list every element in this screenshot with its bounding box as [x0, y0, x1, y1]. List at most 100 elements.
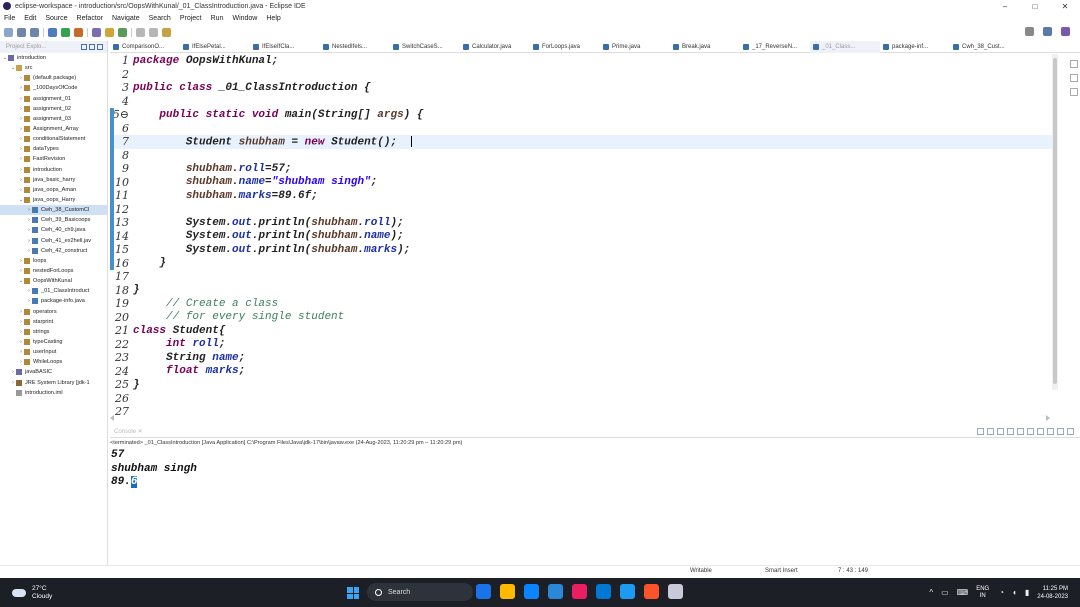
tree-item[interactable]: › java_basic_harry [0, 175, 107, 185]
maximize-button[interactable]: □ [1020, 2, 1050, 11]
code-line[interactable]: 20 // for every single student [110, 311, 1054, 325]
editor-tab[interactable]: Cwh_38_Cust... [950, 41, 1020, 53]
link-editor-icon[interactable] [89, 44, 95, 50]
new-icon[interactable] [4, 27, 13, 37]
word-wrap-icon[interactable] [1017, 428, 1024, 435]
java-perspective-icon[interactable] [1061, 27, 1070, 36]
code-line[interactable]: 9 shubham.roll=57; [110, 162, 1054, 176]
taskbar-app-icon[interactable] [476, 584, 491, 599]
code-line[interactable]: 18} [110, 284, 1054, 298]
console-tab[interactable]: Console ✕ [114, 428, 143, 435]
code-line[interactable]: 10 shubham.name="shubham singh"; [110, 175, 1054, 189]
start-button[interactable] [347, 587, 359, 599]
remove-launch-icon[interactable] [987, 428, 994, 435]
taskbar-app-icon[interactable] [548, 584, 563, 599]
tree-item[interactable]: › Cwh_40_ch9.java [0, 225, 107, 235]
code-line[interactable]: 16 } [110, 256, 1054, 270]
code-line[interactable]: 24 float marks; [110, 365, 1054, 379]
search-icon[interactable] [1025, 27, 1034, 36]
view-menu-icon[interactable] [97, 44, 103, 50]
taskbar-app-icon[interactable] [668, 584, 683, 599]
search-tool-icon[interactable] [118, 27, 127, 37]
minimize-button[interactable]: – [990, 2, 1020, 11]
tree-item[interactable]: › JRE System Library [jdk-1 [0, 378, 107, 388]
editor-tab[interactable]: IfElseIfCla... [250, 41, 320, 53]
taskbar-app-icon[interactable] [524, 584, 539, 599]
editor-tab[interactable]: IfElsePetal... [180, 41, 250, 53]
editor-tab[interactable]: SwitchCaseS... [390, 41, 460, 53]
code-line[interactable]: 3 public class _01_ClassIntroduction { [110, 81, 1054, 95]
tree-item[interactable]: › starprint [0, 317, 107, 327]
run-icon[interactable] [61, 27, 70, 37]
tree-item[interactable]: › typeCasting [0, 337, 107, 347]
editor-tab[interactable]: ComparisonO... [110, 41, 180, 53]
tree-item[interactable]: › strings [0, 327, 107, 337]
menu-search[interactable]: Search [149, 15, 171, 22]
pin-console-icon[interactable] [1027, 428, 1034, 435]
tree-item[interactable]: › conditionalStatement [0, 134, 107, 144]
tree-item[interactable]: › package-info.java [0, 296, 107, 306]
menu-navigate[interactable]: Navigate [112, 15, 140, 22]
new-java-project-icon[interactable] [92, 27, 101, 37]
external-tools-icon[interactable] [74, 27, 83, 37]
code-line[interactable]: 4 [110, 95, 1054, 109]
save-icon[interactable] [17, 27, 26, 37]
tree-item[interactable]: › dataTypes [0, 144, 107, 154]
code-line[interactable]: 19 // Create a class [110, 297, 1054, 311]
tree-item[interactable]: › Cwh_41_ex2hell.jav [0, 236, 107, 246]
menu-source[interactable]: Source [45, 15, 67, 22]
close-button[interactable]: ✕ [1050, 2, 1080, 11]
editor-tab[interactable]: Prime.java [600, 41, 670, 53]
code-line[interactable]: 22 int roll; [110, 338, 1054, 352]
code-line[interactable]: 2 [110, 68, 1054, 82]
menu-run[interactable]: Run [211, 15, 224, 22]
code-line[interactable]: 26 [110, 392, 1054, 406]
code-line[interactable]: 1 package OopsWithKunal; [110, 54, 1054, 68]
tree-item[interactable]: › java_oops_Aman [0, 185, 107, 195]
tree-item[interactable]: › operators [0, 307, 107, 317]
keyboard-icon[interactable]: ⌨ [957, 588, 969, 597]
tree-item[interactable]: › assignment_03 [0, 114, 107, 124]
editor-tab[interactable]: Break.java [670, 41, 740, 53]
tree-item[interactable]: ⌄ java_oops_Harry [0, 195, 107, 205]
tree-item[interactable]: ⌄ src [0, 63, 107, 73]
code-line[interactable]: 14 System.out.println(shubham.name); [110, 229, 1054, 243]
tree-item[interactable]: › javaBASIC [0, 367, 107, 377]
code-line[interactable]: 13 System.out.println(shubham.roll); [110, 216, 1054, 230]
taskbar-search[interactable]: Search [367, 583, 473, 601]
tree-item[interactable]: › Cwh_39_Basicoops [0, 215, 107, 225]
maximize-view-icon[interactable] [1067, 428, 1074, 435]
clock[interactable]: 11:25 PM 24-08-2023 [1037, 585, 1068, 601]
display-console-icon[interactable] [1037, 428, 1044, 435]
editor-tab[interactable]: _17_ReverseN... [740, 41, 810, 53]
open-console-icon[interactable] [1047, 428, 1054, 435]
clear-console-icon[interactable] [997, 428, 1004, 435]
taskbar-app-icon[interactable] [500, 584, 515, 599]
editor-vertical-scrollbar[interactable] [1052, 54, 1058, 390]
tree-item[interactable]: › userInput [0, 347, 107, 357]
pin-icon[interactable] [162, 27, 171, 37]
code-editor[interactable]: 1 package OopsWithKunal; 2 3 public class _0… [110, 54, 1054, 420]
debug-icon[interactable] [48, 27, 57, 37]
console-output[interactable]: 57 shubham singh 89.6 [111, 449, 197, 490]
language-indicator[interactable]: ENG IN [976, 586, 989, 600]
code-line[interactable]: 11 shubham.marks=89.6f; [110, 189, 1054, 203]
code-line[interactable]: 12 [110, 202, 1054, 216]
tree-item[interactable]: › Cwh_42_construct [0, 246, 107, 256]
menu-help[interactable]: Help [266, 15, 280, 22]
volume-icon[interactable]: ◖ [1012, 588, 1017, 597]
save-all-icon[interactable] [30, 27, 39, 37]
menu-project[interactable]: Project [180, 15, 202, 22]
battery-status-icon[interactable]: ▮ [1025, 588, 1029, 597]
open-type-icon[interactable] [105, 27, 114, 37]
tree-item[interactable]: › assignment_01 [0, 94, 107, 104]
code-line[interactable]: 23 String name; [110, 351, 1054, 365]
taskbar-app-icon[interactable] [644, 584, 659, 599]
editor-tab[interactable]: package-inf... [880, 41, 950, 53]
taskbar-app-icon[interactable] [572, 584, 587, 599]
problems-icon[interactable] [1070, 88, 1078, 96]
tree-item[interactable]: › (default package) [0, 73, 107, 83]
tree-item[interactable]: › WhileLoops [0, 357, 107, 367]
outline-icon[interactable] [1070, 60, 1078, 68]
editor-tab[interactable]: _01_Class... [810, 40, 880, 53]
